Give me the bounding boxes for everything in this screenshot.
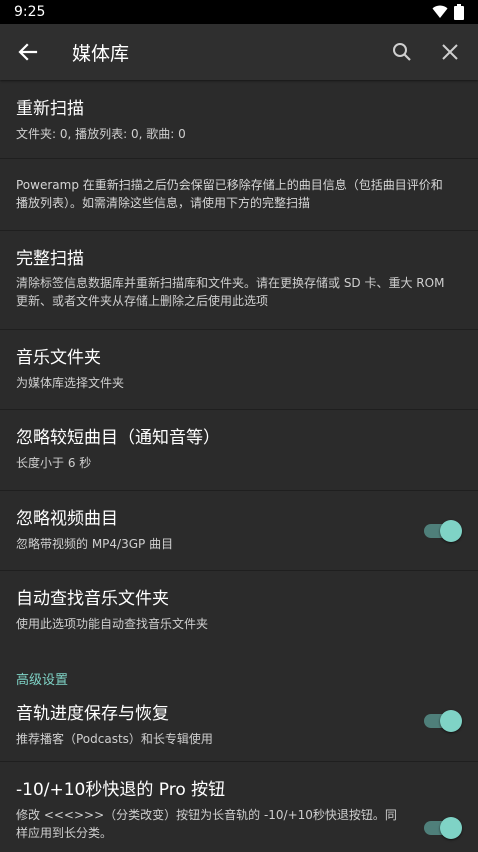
- item-subtitle: 推荐播客（Podcasts）和长专辑使用: [16, 732, 213, 746]
- list-item-track-position[interactable]: 音轨进度保存与恢复 推荐播客（Podcasts）和长专辑使用: [0, 690, 478, 762]
- item-title: 音轨进度保存与恢复: [16, 704, 169, 724]
- status-icons: [432, 4, 464, 20]
- wifi-icon: [432, 5, 448, 18]
- list-item-ignore-video[interactable]: 忽略视频曲目 忽略带视频的 MP4/3GP 曲目: [0, 491, 478, 571]
- battery-icon: [454, 4, 464, 20]
- list-item-pro-seek[interactable]: -10/+10秒快退的 Pro 按钮 修改 <<<>>>（分类改变）按钮为长音轨…: [0, 762, 478, 852]
- app-bar: 媒体库: [0, 24, 478, 80]
- settings-list: 重新扫描 文件夹: 0, 播放列表: 0, 歌曲: 0 Poweramp 在重新…: [0, 80, 478, 852]
- rescan-note: Poweramp 在重新扫描之后仍会保留已移除存储上的曲目信息（包括曲目评价和播…: [0, 159, 478, 231]
- note-text: Poweramp 在重新扫描之后仍会保留已移除存储上的曲目信息（包括曲目评价和播…: [16, 178, 443, 210]
- item-subtitle: 忽略带视频的 MP4/3GP 曲目: [16, 537, 174, 551]
- item-subtitle: 文件夹: 0, 播放列表: 0, 歌曲: 0: [16, 127, 186, 141]
- item-title: 音乐文件夹: [16, 348, 101, 368]
- close-button[interactable]: [426, 24, 474, 80]
- item-subtitle: 长度小于 6 秒: [16, 456, 92, 470]
- list-item-auto-find-folders[interactable]: 自动查找音乐文件夹 使用此选项功能自动查找音乐文件夹: [0, 571, 478, 650]
- item-title: -10/+10秒快退的 Pro 按钮: [16, 780, 226, 800]
- item-title: 忽略较短曲目（通知音等）: [16, 428, 220, 448]
- item-subtitle: 为媒体库选择文件夹: [16, 376, 125, 390]
- item-title: 重新扫描: [16, 99, 84, 119]
- search-button[interactable]: [378, 24, 426, 80]
- close-icon: [442, 44, 458, 60]
- status-bar: 9:25: [0, 0, 478, 24]
- toggle-knob: [440, 817, 462, 839]
- list-item-rescan[interactable]: 重新扫描 文件夹: 0, 播放列表: 0, 歌曲: 0: [0, 80, 478, 159]
- item-subtitle: 清除标签信息数据库并重新扫描库和文件夹。请在更换存储或 SD 卡、重大 ROM …: [16, 276, 445, 308]
- section-header-advanced: 高级设置: [16, 673, 69, 688]
- back-button[interactable]: [0, 24, 56, 80]
- item-subtitle: 使用此选项功能自动查找音乐文件夹: [16, 617, 209, 631]
- item-subtitle: 修改 <<<>>>（分类改变）按钮为长音轨的 -10/+10秒快退按钮。同样应用…: [16, 808, 397, 840]
- item-title: 完整扫描: [16, 249, 84, 269]
- ignore-video-toggle[interactable]: [424, 520, 462, 542]
- toggle-knob: [440, 520, 462, 542]
- track-position-toggle[interactable]: [424, 710, 462, 732]
- list-item-ignore-short[interactable]: 忽略较短曲目（通知音等） 长度小于 6 秒: [0, 410, 478, 491]
- pro-seek-toggle[interactable]: [424, 817, 462, 839]
- item-title: 忽略视频曲目: [16, 509, 118, 529]
- item-title: 自动查找音乐文件夹: [16, 589, 169, 609]
- arrow-left-icon: [18, 43, 38, 61]
- status-time: 9:25: [14, 4, 46, 20]
- page-title: 媒体库: [72, 42, 130, 65]
- list-item-music-folders[interactable]: 音乐文件夹 为媒体库选择文件夹: [0, 330, 478, 410]
- search-icon: [393, 43, 411, 61]
- toggle-knob: [440, 710, 462, 732]
- list-item-full-rescan[interactable]: 完整扫描 清除标签信息数据库并重新扫描库和文件夹。请在更换存储或 SD 卡、重大…: [0, 231, 478, 330]
